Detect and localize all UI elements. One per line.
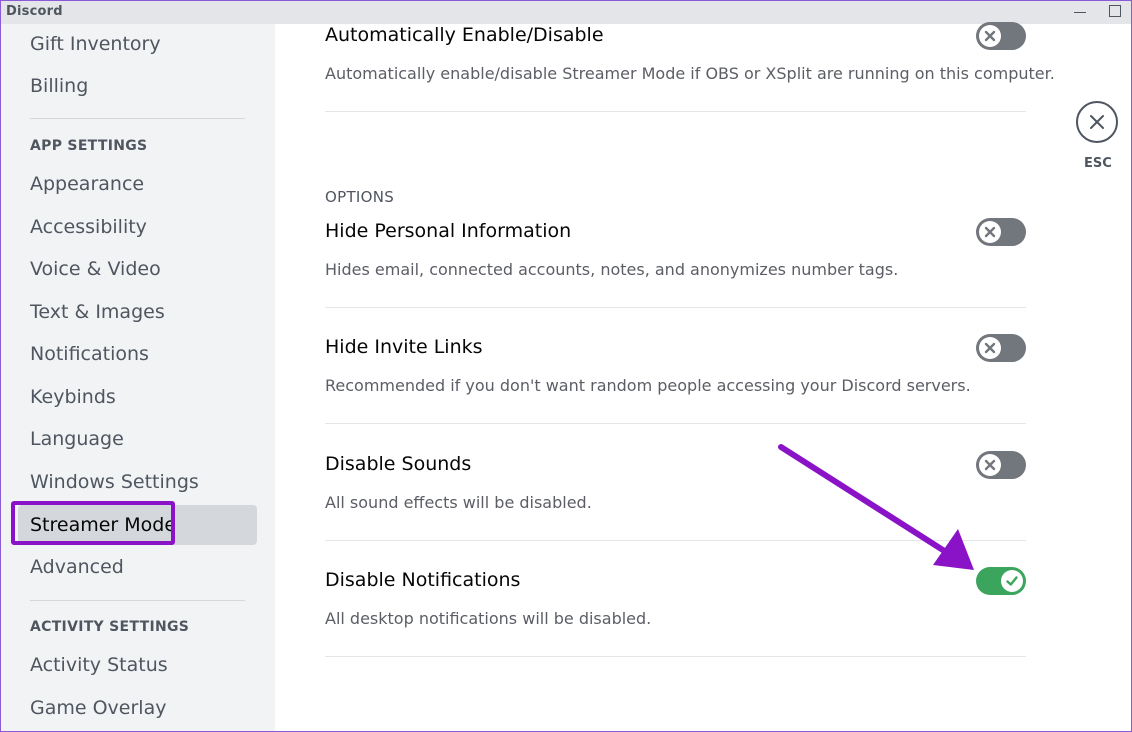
annotation-arrow-icon (778, 444, 974, 570)
